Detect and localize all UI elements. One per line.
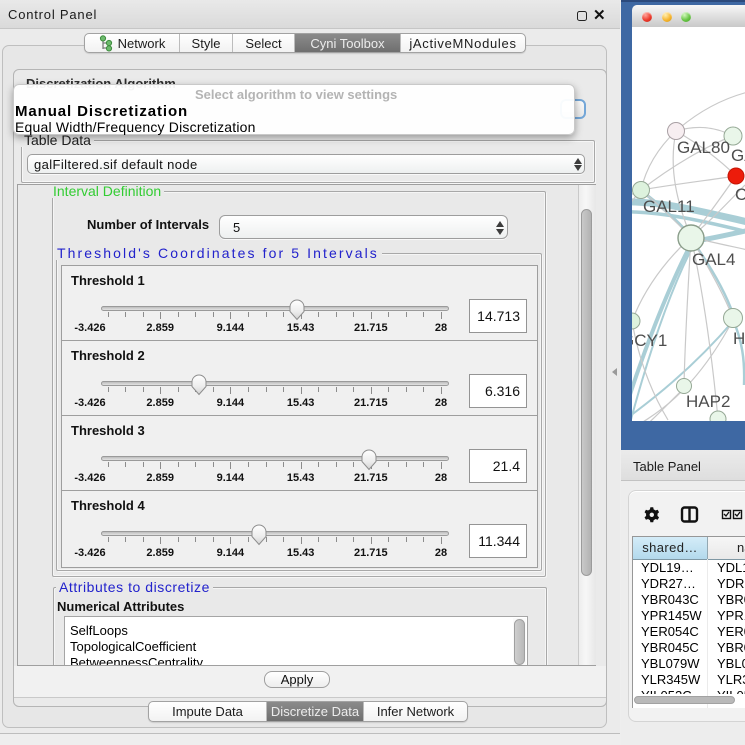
svg-text:HIS: HIS: [733, 329, 745, 348]
svg-text:HAP2: HAP2: [686, 392, 730, 411]
svg-text:GCY1: GCY1: [632, 331, 667, 350]
svg-text:GAL80: GAL80: [677, 138, 730, 157]
svg-text:CD: CD: [735, 185, 745, 204]
svg-text:GAL11: GAL11: [643, 197, 695, 216]
svg-text:GAL7: GAL7: [731, 146, 745, 165]
svg-text:GAL4: GAL4: [692, 250, 735, 269]
